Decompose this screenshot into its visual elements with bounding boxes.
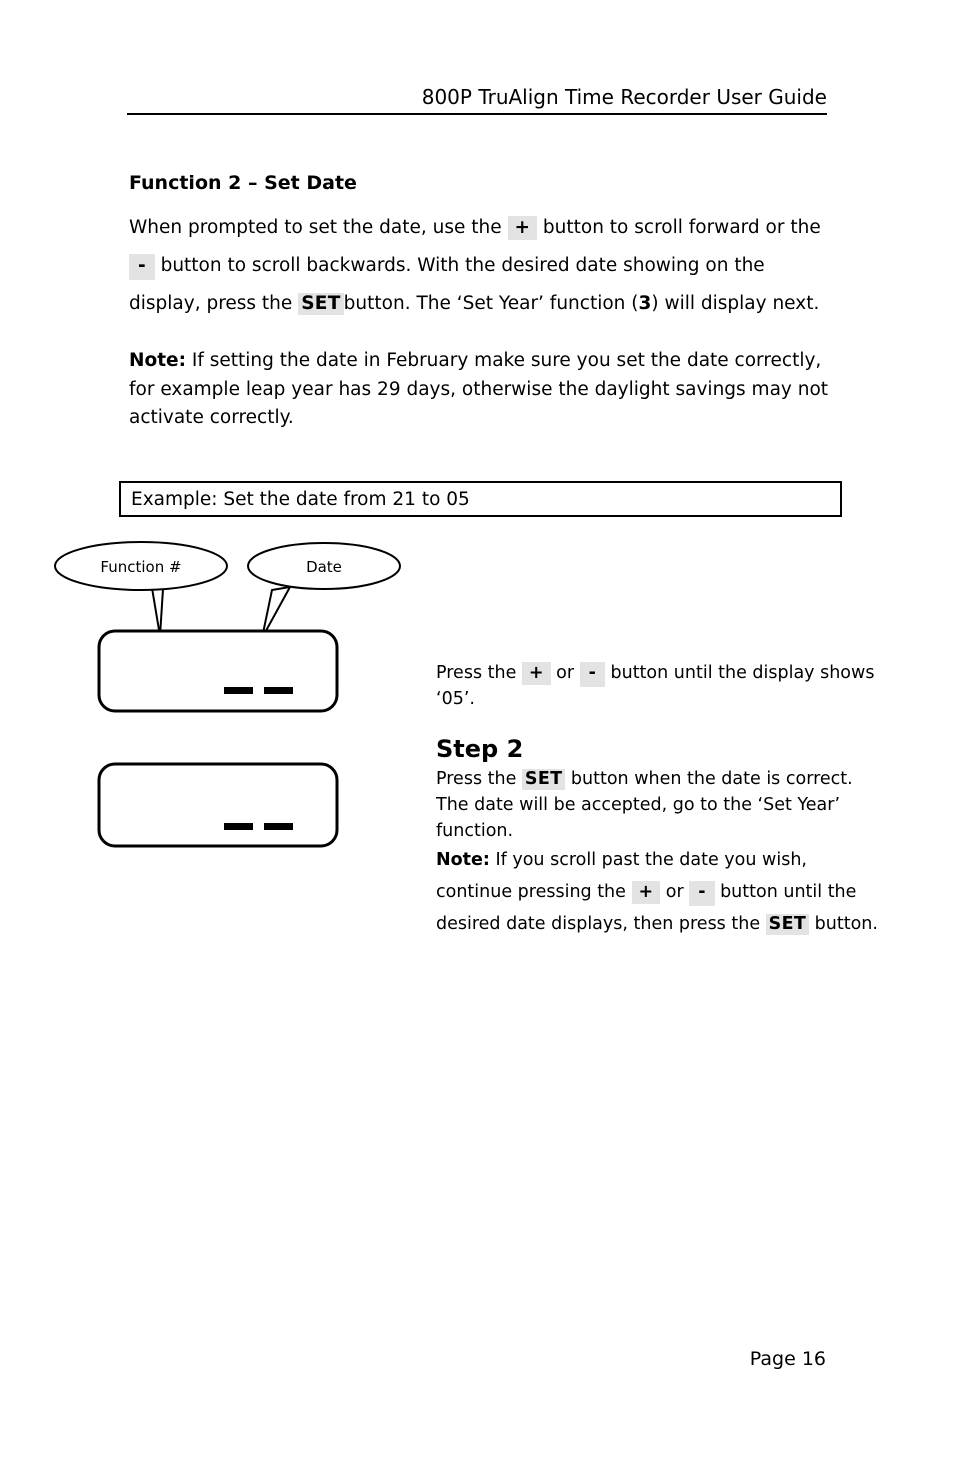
note-text-part-2: or [665, 882, 684, 902]
page-footer: Page 16 [0, 1348, 826, 1370]
callout-date-tail [261, 585, 292, 639]
callout-function-number: Function # [54, 541, 228, 637]
minus-button-chip[interactable]: - [129, 254, 155, 280]
step-2-instruction: Press the SET button when the date is co… [436, 766, 888, 844]
set-button-chip[interactable]: SET [765, 914, 810, 935]
callout-date-bubble [247, 542, 401, 590]
note-text-part-4: button. [814, 914, 878, 934]
example-text: Example: Set the date from 21 to 05 [131, 488, 470, 510]
lcd-display-1 [97, 629, 339, 713]
minus-button-chip[interactable]: - [579, 662, 605, 687]
callout-function-number-bubble [54, 541, 228, 591]
lcd-display-1-segment-right [264, 687, 293, 694]
february-note: Note: If setting the date in February ma… [129, 347, 841, 433]
scroll-past-note: Note: If you scroll past the date you wi… [436, 844, 888, 940]
lcd-display-2 [97, 762, 339, 848]
lcd-display-1-frame [97, 629, 339, 713]
set-button-chip[interactable]: SET [521, 769, 566, 790]
lcd-display-1-segment-left [224, 687, 253, 694]
intro-text-part-5: ) will display next. [651, 293, 820, 314]
note-label: Note: [436, 850, 490, 870]
minus-button-chip[interactable]: - [689, 881, 715, 906]
callout-date-label: Date [306, 558, 342, 576]
header-divider [127, 113, 827, 115]
function-number: 3 [638, 293, 652, 314]
callout-function-number-label: Function # [100, 558, 181, 576]
intro-text-part-1: When prompted to set the date, use the [129, 217, 502, 238]
lcd-display-2-segment-right [264, 823, 293, 830]
step-1-text-part-2: or [556, 663, 575, 683]
lcd-display-2-segment-left [224, 823, 253, 830]
callout-function-number-tail [150, 586, 165, 637]
set-button-chip[interactable]: SET [298, 293, 344, 315]
intro-text-part-2: button to scroll forward or the [542, 217, 821, 238]
plus-button-chip[interactable]: + [507, 216, 538, 240]
step-2-text-part-1: Press the [436, 769, 517, 789]
plus-button-chip[interactable]: + [521, 662, 551, 685]
page-number: Page 16 [749, 1348, 826, 1370]
step-1-text-part-1: Press the [436, 663, 517, 683]
plus-button-chip[interactable]: + [631, 881, 661, 904]
instruction-column: Press the + or - button until the displa… [436, 660, 888, 940]
page-header: 800P TruAlign Time Recorder User Guide [127, 84, 827, 110]
step-1-instruction: Press the + or - button until the displa… [436, 660, 888, 712]
section-heading: Function 2 – Set Date [129, 172, 357, 194]
intro-text-part-4: button. The ‘Set Year’ function ( [343, 293, 639, 314]
note-text: If setting the date in February make sur… [129, 350, 829, 428]
lcd-display-2-frame [97, 762, 339, 848]
example-box: Example: Set the date from 21 to 05 [119, 481, 842, 517]
note-label: Note: [129, 350, 186, 371]
main-content: Function 2 – Set Date When prompted to s… [129, 171, 841, 433]
step-2-heading: Step 2 [436, 735, 524, 763]
header-title: 800P TruAlign Time Recorder User Guide [421, 85, 827, 109]
intro-paragraph: When prompted to set the date, use the +… [129, 209, 841, 323]
callout-date: Date [247, 542, 401, 639]
